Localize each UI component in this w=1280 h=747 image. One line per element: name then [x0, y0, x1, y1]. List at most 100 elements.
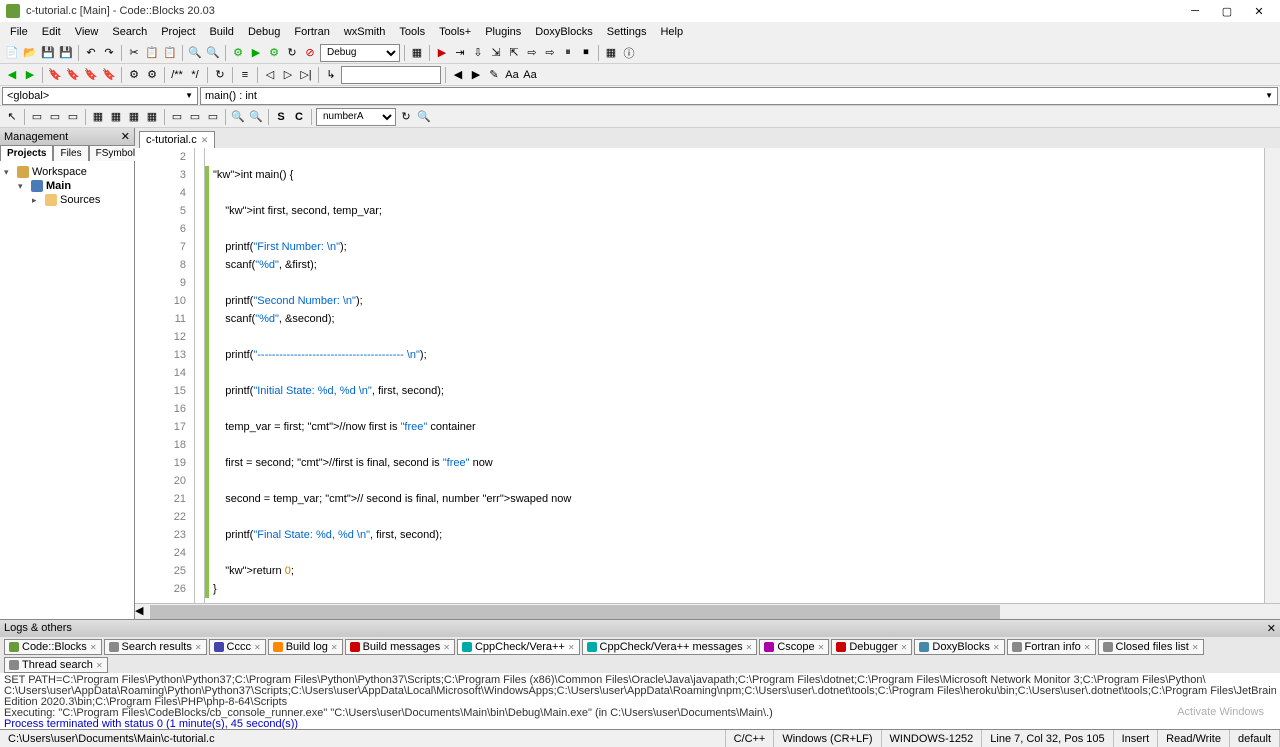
menu-tools[interactable]: Tools: [393, 24, 431, 40]
grid1-icon[interactable]: ▦: [90, 109, 106, 125]
zoom-out-icon[interactable]: 🔍: [248, 109, 264, 125]
log-tab-7[interactable]: Cscope✕: [759, 639, 829, 655]
tab-projects[interactable]: Projects: [0, 145, 53, 161]
menu-wxsmith[interactable]: wxSmith: [338, 24, 392, 40]
cut-icon[interactable]: ✂: [126, 45, 142, 61]
build-icon[interactable]: ⚙: [230, 45, 246, 61]
build-target-combo[interactable]: Debug: [320, 44, 400, 62]
menu-help[interactable]: Help: [654, 24, 689, 40]
log-tab-0[interactable]: Code::Blocks✕: [4, 639, 102, 655]
text-s-icon[interactable]: S: [273, 109, 289, 125]
save-icon[interactable]: 💾: [40, 45, 56, 61]
tab-files[interactable]: Files: [53, 145, 88, 161]
info-icon[interactable]: ⓘ: [621, 45, 637, 61]
sym-find-icon[interactable]: 🔍: [416, 109, 432, 125]
zoom-in-icon[interactable]: 🔍: [230, 109, 246, 125]
log-tab-1[interactable]: Search results✕: [104, 639, 207, 655]
hl1-icon[interactable]: ◀: [450, 67, 466, 83]
box1-icon[interactable]: ▭: [29, 109, 45, 125]
menu-search[interactable]: Search: [106, 24, 153, 40]
scope-function-combo[interactable]: main() : int▼: [200, 87, 1278, 105]
panel-close-icon[interactable]: ✕: [121, 130, 130, 143]
menu-debug[interactable]: Debug: [242, 24, 286, 40]
replace-icon[interactable]: 🔍: [205, 45, 221, 61]
log-tab-4[interactable]: Build messages✕: [345, 639, 455, 655]
menu-fortran[interactable]: Fortran: [288, 24, 335, 40]
abort-icon[interactable]: ⊘: [302, 45, 318, 61]
next-instr-icon[interactable]: ⇨: [524, 45, 540, 61]
tree-project[interactable]: ▾Main: [4, 179, 130, 193]
bm-icon[interactable]: 🔖: [47, 67, 63, 83]
layout3-icon[interactable]: ▭: [205, 109, 221, 125]
run-icon[interactable]: ▶: [248, 45, 264, 61]
logs-close-icon[interactable]: ✕: [1267, 622, 1276, 635]
build-run-icon[interactable]: ⚙: [266, 45, 282, 61]
sym-refresh-icon[interactable]: ↻: [398, 109, 414, 125]
editor-tab[interactable]: c-tutorial.c✕: [139, 131, 215, 148]
step-out-icon[interactable]: ⇱: [506, 45, 522, 61]
break-icon[interactable]: ⏸: [560, 45, 576, 61]
layout1-icon[interactable]: ▭: [169, 109, 185, 125]
hl2-icon[interactable]: ▶: [468, 67, 484, 83]
doxy-icon[interactable]: /**: [169, 67, 185, 83]
run-to-cursor-icon[interactable]: ⇥: [452, 45, 468, 61]
tab-close-icon[interactable]: ✕: [201, 135, 209, 146]
log-tab-3[interactable]: Build log✕: [268, 639, 343, 655]
log-tab-12[interactable]: Thread search✕: [4, 657, 108, 673]
hl5-icon[interactable]: Aa: [522, 67, 538, 83]
box2-icon[interactable]: ▭: [47, 109, 63, 125]
vertical-scrollbar[interactable]: [1264, 148, 1280, 603]
copy-icon[interactable]: 📋: [144, 45, 160, 61]
paste-icon[interactable]: 📋: [162, 45, 178, 61]
select-icon[interactable]: ↖: [4, 109, 20, 125]
stop-icon[interactable]: ⏹: [578, 45, 594, 61]
back-icon[interactable]: ◀: [4, 67, 20, 83]
log-tab-10[interactable]: Fortran info✕: [1007, 639, 1096, 655]
minimize-button[interactable]: ─: [1180, 1, 1210, 21]
search-field[interactable]: [341, 66, 441, 84]
menu-doxyblocks[interactable]: DoxyBlocks: [529, 24, 598, 40]
symbol-combo[interactable]: numberA: [316, 108, 396, 126]
tree-workspace[interactable]: ▾Workspace: [4, 165, 130, 179]
code-editor[interactable]: 2345678910111213141516171819202122232425…: [135, 148, 1280, 603]
tree-sources[interactable]: ▸Sources: [4, 193, 130, 207]
nav-next-icon[interactable]: ▷: [280, 67, 296, 83]
hl3-icon[interactable]: ✎: [486, 67, 502, 83]
text-c-icon[interactable]: C: [291, 109, 307, 125]
diff-icon[interactable]: ≡: [237, 67, 253, 83]
debug-windows-icon[interactable]: ▦: [603, 45, 619, 61]
jump-icon[interactable]: ↳: [323, 67, 339, 83]
doxy2-icon[interactable]: */: [187, 67, 203, 83]
bm-next-icon[interactable]: 🔖: [83, 67, 99, 83]
box3-icon[interactable]: ▭: [65, 109, 81, 125]
redo-icon[interactable]: ↷: [101, 45, 117, 61]
log-tab-11[interactable]: Closed files list✕: [1098, 639, 1204, 655]
log-tab-9[interactable]: DoxyBlocks✕: [914, 639, 1004, 655]
menu-plugins[interactable]: Plugins: [479, 24, 527, 40]
next-line-icon[interactable]: ⇩: [470, 45, 486, 61]
log-tab-6[interactable]: CppCheck/Vera++ messages✕: [582, 639, 758, 655]
nav-last-icon[interactable]: ▷|: [298, 67, 314, 83]
tool-icon[interactable]: ▦: [409, 45, 425, 61]
tool-a-icon[interactable]: ⚙: [126, 67, 142, 83]
rebuild-icon[interactable]: ↻: [284, 45, 300, 61]
maximize-button[interactable]: ▢: [1212, 1, 1242, 21]
menu-file[interactable]: File: [4, 24, 34, 40]
menu-edit[interactable]: Edit: [36, 24, 67, 40]
close-button[interactable]: ✕: [1244, 1, 1274, 21]
log-tab-2[interactable]: Cccc✕: [209, 639, 266, 655]
refresh-icon[interactable]: ↻: [212, 67, 228, 83]
bm-prev-icon[interactable]: 🔖: [65, 67, 81, 83]
step-into-icon[interactable]: ⇲: [488, 45, 504, 61]
tool-b-icon[interactable]: ⚙: [144, 67, 160, 83]
log-tab-5[interactable]: CppCheck/Vera++✕: [457, 639, 580, 655]
forward-icon[interactable]: ▶: [22, 67, 38, 83]
menu-tools+[interactable]: Tools+: [433, 24, 477, 40]
nav-prev-icon[interactable]: ◁: [262, 67, 278, 83]
new-file-icon[interactable]: 📄: [4, 45, 20, 61]
save-all-icon[interactable]: 💾: [58, 45, 74, 61]
hl4-icon[interactable]: Aa: [504, 67, 520, 83]
grid2-icon[interactable]: ▦: [108, 109, 124, 125]
grid3-icon[interactable]: ▦: [126, 109, 142, 125]
grid4-icon[interactable]: ▦: [144, 109, 160, 125]
